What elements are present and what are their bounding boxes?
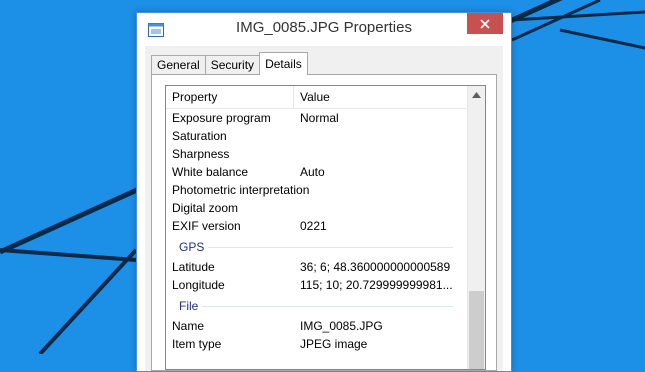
property-name: White balance (172, 165, 249, 179)
column-divider[interactable] (293, 86, 294, 108)
property-value: 36; 6; 48.360000000000589 (300, 260, 451, 274)
list-item[interactable]: Longitude 115; 10; 20.729999999981... (166, 276, 466, 294)
list-item[interactable]: White balance Auto (166, 163, 466, 181)
group-divider (202, 306, 453, 307)
list-item[interactable]: Latitude 36; 6; 48.360000000000589 (166, 258, 466, 276)
list-item[interactable]: Photometric interpretation (166, 181, 466, 199)
property-name: Sharpness (172, 147, 230, 161)
list-item[interactable]: EXIF version 0221 (166, 217, 466, 235)
properties-window: IMG_0085.JPG Properties General Security… (136, 12, 512, 372)
tab-general[interactable]: General (151, 55, 206, 75)
property-value: IMG_0085.JPG (300, 319, 383, 333)
list-item[interactable]: Item type JPEG image (166, 335, 466, 353)
tab-security[interactable]: Security (204, 55, 261, 75)
tab-strip: General Security Details (151, 52, 308, 75)
property-value: Auto (300, 165, 325, 179)
property-name: Exposure program (172, 111, 271, 125)
property-name: Latitude (172, 260, 215, 274)
property-name: Digital zoom (172, 201, 239, 215)
dialog-client-area: General Security Details Property Value … (145, 46, 503, 371)
details-tab-panel: Property Value Exposure program Normal Sa… (151, 74, 497, 371)
group-divider (208, 247, 453, 248)
list-item[interactable]: Saturation (166, 127, 466, 145)
list-header: Property Value (166, 86, 466, 109)
column-header-value[interactable]: Value (300, 86, 330, 108)
scroll-up-button[interactable] (468, 86, 485, 103)
property-value: 115; 10; 20.729999999981... (300, 278, 453, 292)
property-name: Longitude (172, 278, 225, 292)
property-name: Saturation (172, 129, 227, 143)
property-name: Name (172, 319, 205, 333)
group-title: GPS (179, 240, 205, 254)
property-name: EXIF version (172, 219, 241, 233)
scrollbar-thumb[interactable] (469, 291, 484, 369)
list-item[interactable]: Name IMG_0085.JPG (166, 317, 466, 335)
list-rows: Exposure program Normal Saturation Sharpn… (166, 109, 466, 353)
group-header-file: File (166, 294, 466, 317)
property-value: 0221 (300, 219, 327, 233)
window-title: IMG_0085.JPG Properties (236, 19, 412, 36)
property-value: Normal (300, 111, 339, 125)
title-bar: IMG_0085.JPG Properties (137, 13, 511, 45)
list-item[interactable]: Exposure program Normal (166, 109, 466, 127)
property-name: Photometric interpretation (172, 183, 310, 197)
vertical-scrollbar[interactable] (467, 86, 485, 369)
property-value: JPEG image (300, 337, 368, 351)
list-item[interactable]: Sharpness (166, 145, 466, 163)
property-list[interactable]: Property Value Exposure program Normal Sa… (165, 85, 486, 370)
list-item[interactable]: Digital zoom (166, 199, 466, 217)
tab-details[interactable]: Details (259, 52, 308, 75)
group-title: File (179, 299, 199, 313)
column-header-property[interactable]: Property (172, 86, 217, 108)
group-header-gps: GPS (166, 235, 466, 258)
close-icon (480, 18, 490, 29)
close-button[interactable] (467, 13, 503, 34)
property-name: Item type (172, 337, 222, 351)
chevron-up-icon (472, 91, 481, 98)
